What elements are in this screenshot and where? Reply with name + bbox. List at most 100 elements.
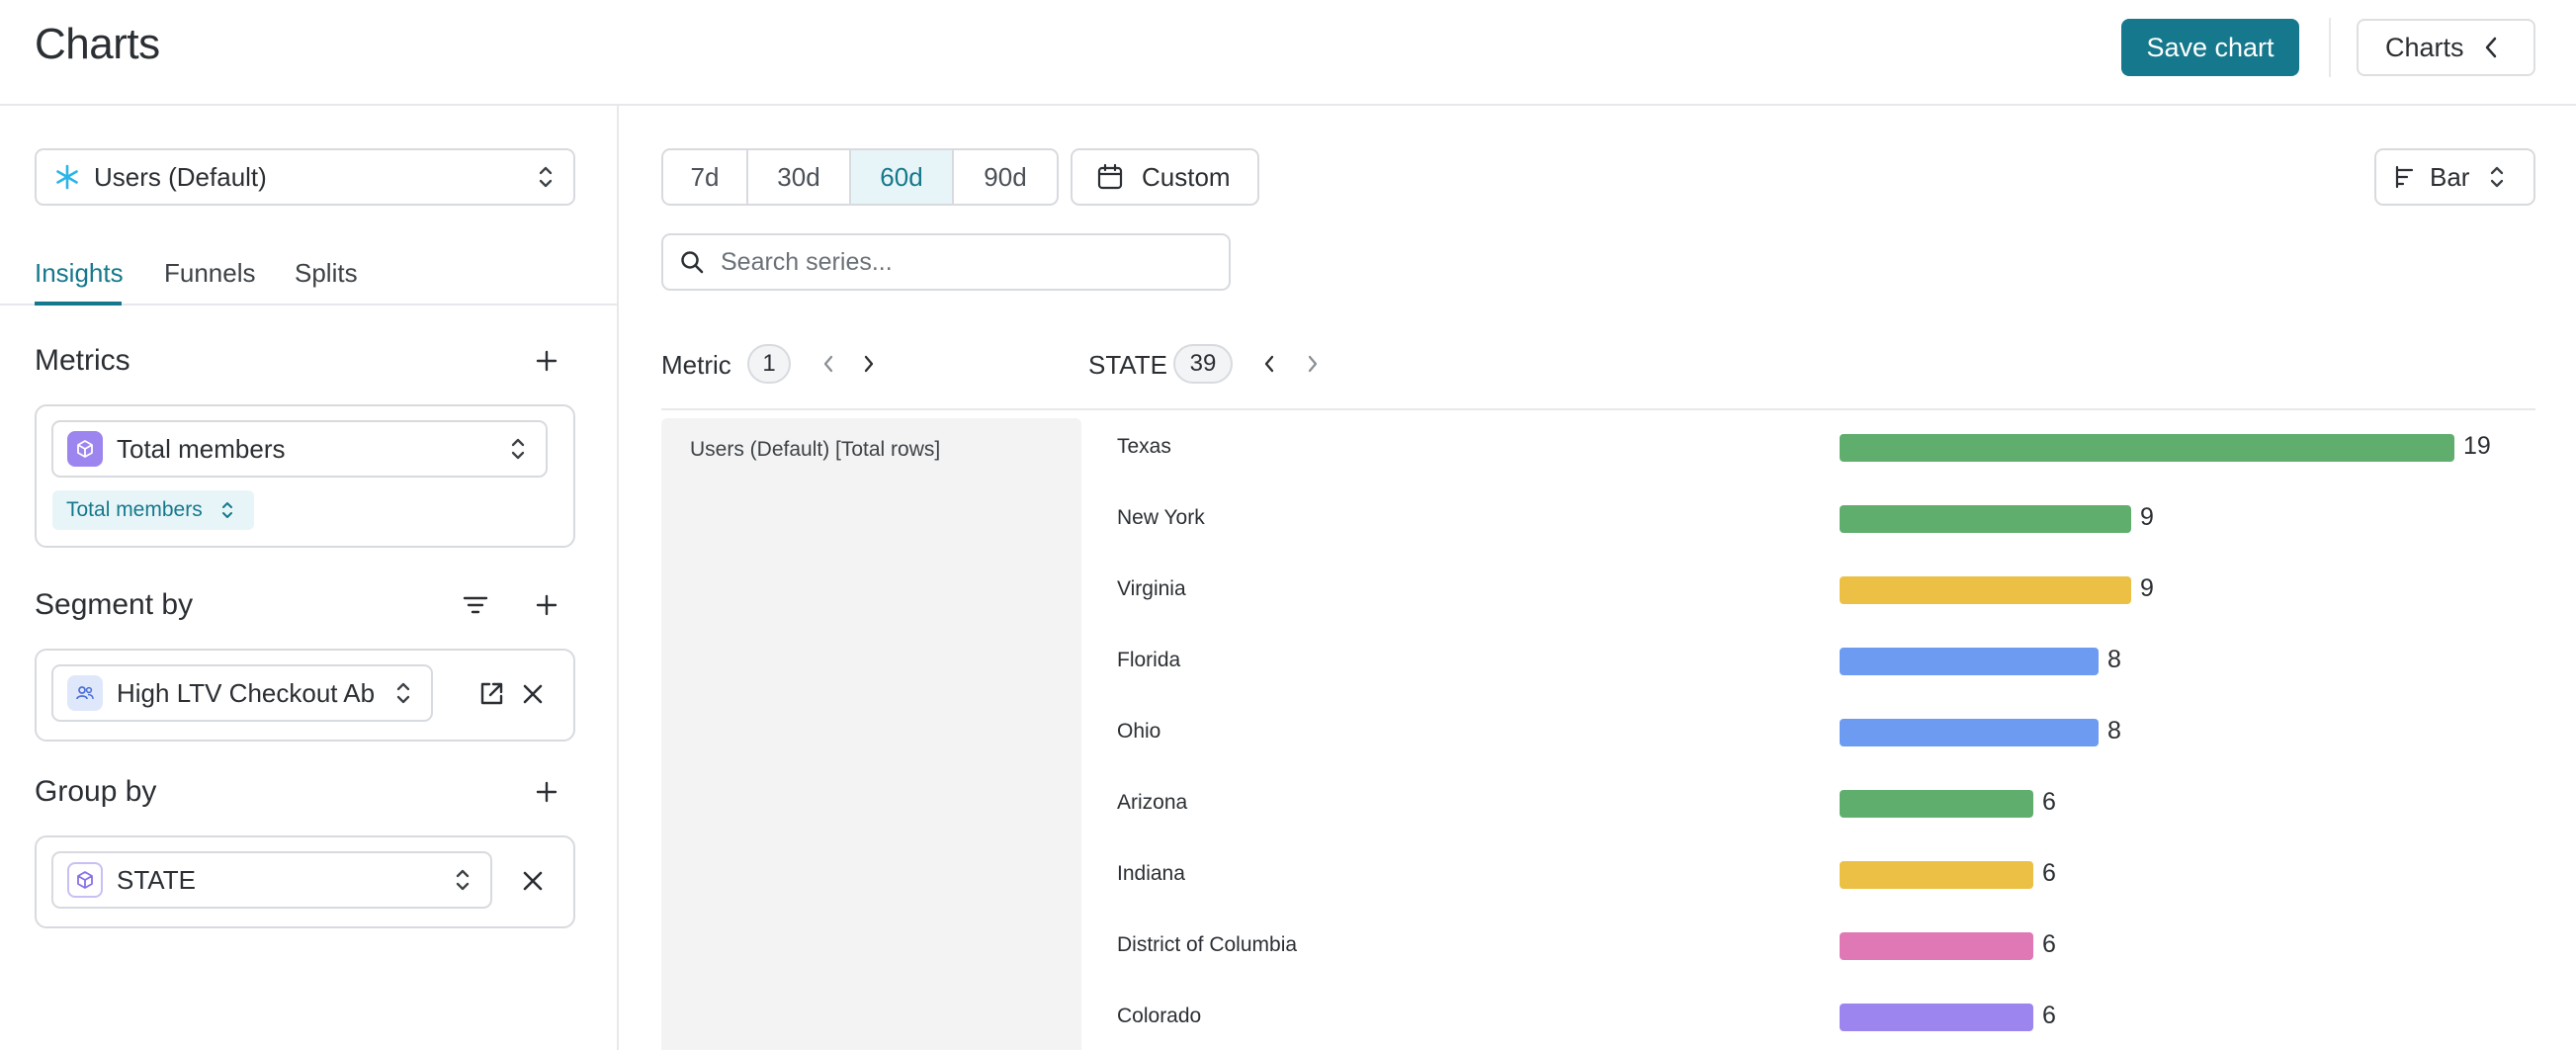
- bar[interactable]: [1840, 576, 2131, 604]
- cube-icon: [67, 431, 103, 467]
- bar-label: Arizona: [1117, 791, 1188, 814]
- add-segment-button[interactable]: [529, 587, 564, 623]
- chevron-right-icon: [1308, 355, 1318, 373]
- series-panel: Users (Default) [Total rows]: [661, 418, 1081, 1050]
- updown-chevron-icon: [2491, 166, 2504, 188]
- metric-card: Total members Total members: [35, 404, 575, 548]
- segment-select-label: High LTV Checkout Ab: [117, 677, 376, 708]
- bar-label: Florida: [1117, 649, 1181, 671]
- state-count-badge: 39: [1173, 344, 1233, 384]
- series-search: [661, 233, 1231, 291]
- save-chart-button[interactable]: Save chart: [2121, 19, 2299, 76]
- add-metric-button[interactable]: [529, 343, 564, 379]
- bar[interactable]: [1840, 1004, 2033, 1031]
- external-link-icon: [480, 682, 503, 705]
- updown-chevron-icon: [456, 869, 470, 891]
- metric-next-button[interactable]: [857, 352, 881, 376]
- bar-label: Texas: [1117, 435, 1171, 458]
- bar-value-label: 6: [2042, 930, 2056, 958]
- bar[interactable]: [1840, 719, 2099, 746]
- plus-icon: [536, 781, 558, 803]
- segment-filter-button[interactable]: [458, 587, 493, 623]
- chart-type-label: Bar: [2430, 161, 2470, 192]
- metric-pager-label: Metric: [661, 350, 731, 380]
- tab-splits[interactable]: Splits: [295, 258, 358, 289]
- range-90d-button[interactable]: 90d: [954, 150, 1057, 204]
- metric-prev-button[interactable]: [816, 352, 840, 376]
- bar-label: Ohio: [1117, 720, 1161, 743]
- bar[interactable]: [1840, 505, 2131, 533]
- group-by-select[interactable]: STATE: [51, 851, 492, 909]
- close-icon: [523, 871, 543, 891]
- bar-value-label: 19: [2463, 432, 2491, 460]
- bar[interactable]: [1840, 861, 2033, 889]
- bar-chart-icon: [2395, 165, 2414, 189]
- active-tab-indicator: [35, 302, 122, 306]
- tab-insights[interactable]: Insights: [35, 258, 124, 289]
- segment-select[interactable]: High LTV Checkout Ab: [51, 664, 433, 722]
- metric-count-badge: 1: [747, 344, 791, 384]
- group-by-heading: Group by: [35, 775, 157, 808]
- range-30d-button[interactable]: 30d: [748, 150, 851, 204]
- series-search-input[interactable]: [721, 247, 1195, 277]
- chart-type-select[interactable]: Bar: [2374, 148, 2535, 206]
- bar-label: New York: [1117, 506, 1205, 529]
- plus-icon: [536, 350, 558, 372]
- state-next-button[interactable]: [1301, 352, 1325, 376]
- bar-value-label: 6: [2042, 788, 2056, 816]
- remove-segment-button[interactable]: [515, 676, 551, 712]
- updown-chevron-icon: [539, 166, 553, 188]
- add-group-button[interactable]: [529, 774, 564, 810]
- metric-select-label: Total members: [117, 433, 286, 464]
- snowflake-icon: [56, 164, 78, 190]
- aggregation-select[interactable]: Total members: [52, 490, 254, 530]
- updown-chevron-icon: [221, 502, 232, 518]
- range-60d-button[interactable]: 60d: [851, 150, 954, 204]
- bar-value-label: 8: [2107, 717, 2121, 744]
- header-divider: [2329, 18, 2331, 77]
- bar[interactable]: [1840, 790, 2033, 818]
- source-select-label: Users (Default): [94, 161, 267, 192]
- chevron-left-icon: [1264, 355, 1274, 373]
- bar-label: District of Columbia: [1117, 933, 1298, 956]
- updown-chevron-icon: [511, 438, 525, 460]
- bar[interactable]: [1840, 932, 2033, 960]
- bar-value-label: 9: [2140, 503, 2154, 531]
- users-icon: [67, 675, 103, 711]
- metrics-heading: Metrics: [35, 344, 130, 377]
- source-select[interactable]: Users (Default): [35, 148, 575, 206]
- chevron-left-icon: [2485, 37, 2496, 58]
- page-title: Charts: [35, 20, 160, 68]
- search-icon: [681, 251, 704, 274]
- calendar-icon: [1097, 163, 1123, 190]
- group-by-select-label: STATE: [117, 864, 196, 895]
- cube-icon: [67, 862, 103, 898]
- range-7d-button[interactable]: 7d: [663, 150, 748, 204]
- series-name: Users (Default) [Total rows]: [690, 438, 941, 461]
- remove-group-button[interactable]: [515, 863, 551, 899]
- bar[interactable]: [1840, 434, 2454, 462]
- charts-panel-toggle-button[interactable]: Charts: [2357, 19, 2535, 76]
- state-prev-button[interactable]: [1257, 352, 1281, 376]
- group-by-card: STATE: [35, 835, 575, 928]
- bar-label: Colorado: [1117, 1005, 1202, 1027]
- segment-by-heading: Segment by: [35, 588, 194, 621]
- tab-funnels[interactable]: Funnels: [164, 258, 256, 289]
- metric-select[interactable]: Total members: [51, 420, 548, 478]
- bar-value-label: 6: [2042, 859, 2056, 887]
- segment-card: High LTV Checkout Ab: [35, 649, 575, 742]
- custom-range-button[interactable]: Custom: [1071, 148, 1259, 206]
- chart-divider: [661, 408, 2535, 410]
- bar-label: Indiana: [1117, 862, 1185, 885]
- filter-icon: [463, 596, 488, 614]
- aggregation-label: Total members: [66, 498, 203, 521]
- chevron-right-icon: [864, 355, 874, 373]
- chevron-left-icon: [823, 355, 833, 373]
- bar-label: Virginia: [1117, 577, 1186, 600]
- bar-value-label: 6: [2042, 1002, 2056, 1029]
- bar[interactable]: [1840, 648, 2099, 675]
- date-range-segmented-control: 7d 30d 60d 90d: [661, 148, 1059, 206]
- state-pager-label: STATE: [1088, 350, 1167, 380]
- open-segment-button[interactable]: [473, 676, 509, 712]
- sidebar-tabs: Insights Funnels Splits: [0, 244, 617, 306]
